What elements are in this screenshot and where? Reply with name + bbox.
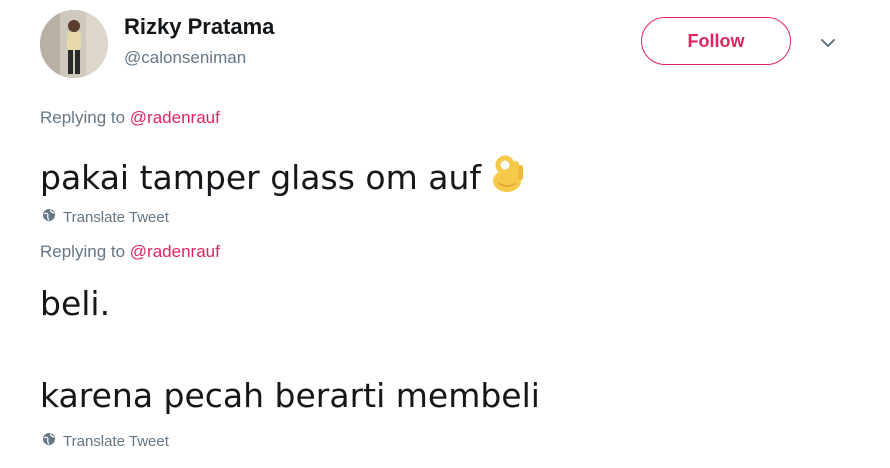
tweet-line: karena pecah berarti membeli bbox=[40, 376, 540, 415]
translate-tweet-link[interactable]: Translate Tweet bbox=[42, 432, 169, 450]
reply-context: Replying to @radenrauf bbox=[40, 242, 220, 262]
tweet-text: pakai tamper glass om auf bbox=[40, 155, 525, 198]
globe-icon bbox=[42, 208, 56, 226]
display-name[interactable]: Rizky Pratama bbox=[124, 14, 274, 40]
translate-tweet-link[interactable]: Translate Tweet bbox=[42, 208, 169, 226]
translate-label: Translate Tweet bbox=[63, 432, 169, 450]
avatar-photo bbox=[40, 10, 108, 78]
reply-context: Replying to @radenrauf bbox=[40, 108, 220, 128]
chevron-down-icon[interactable] bbox=[818, 33, 838, 53]
ok-hand-icon bbox=[489, 155, 525, 198]
reply-mention-link[interactable]: @radenrauf bbox=[130, 242, 220, 261]
reply-mention-link[interactable]: @radenrauf bbox=[130, 108, 220, 127]
globe-icon bbox=[42, 432, 56, 450]
follow-button[interactable]: Follow bbox=[641, 17, 791, 65]
reply-prefix: Replying to bbox=[40, 242, 126, 261]
tweet-line: pakai tamper glass om auf bbox=[40, 158, 481, 197]
reply-prefix: Replying to bbox=[40, 108, 126, 127]
avatar[interactable] bbox=[40, 10, 108, 78]
translate-label: Translate Tweet bbox=[63, 208, 169, 226]
user-handle[interactable]: @calonseniman bbox=[124, 48, 246, 68]
tweet-line: beli. bbox=[40, 284, 111, 323]
